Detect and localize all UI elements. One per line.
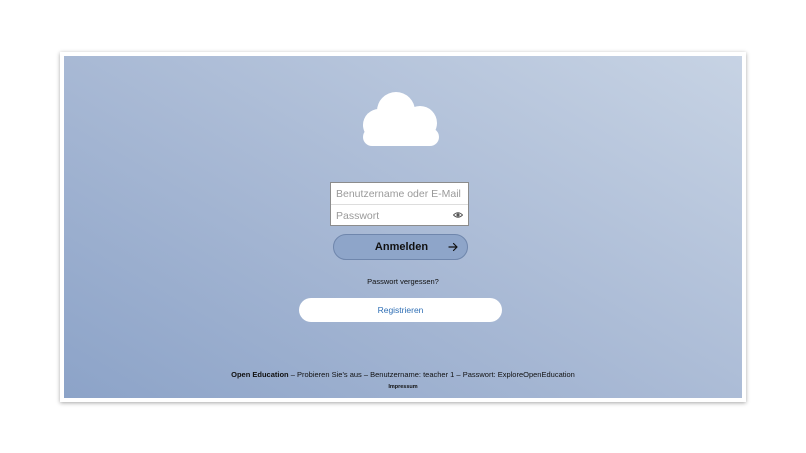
- screenshot-frame: Anmelden Passwort vergessen? Registriere…: [60, 52, 746, 402]
- forgot-password-link[interactable]: Passwort vergessen?: [64, 277, 742, 286]
- cloud-icon: [363, 92, 439, 146]
- username-input[interactable]: [331, 183, 468, 204]
- register-button[interactable]: Registrieren: [299, 298, 502, 322]
- impressum-link[interactable]: Impressum: [64, 384, 742, 390]
- login-button[interactable]: Anmelden: [333, 234, 468, 260]
- footer-brand: Open Education: [231, 370, 289, 379]
- password-input[interactable]: [331, 205, 468, 226]
- arrow-right-icon: [448, 242, 458, 252]
- footer-text: – Probieren Sie's aus – Benutzername: te…: [288, 370, 575, 379]
- register-button-label: Registrieren: [377, 305, 424, 315]
- login-form: [330, 182, 469, 226]
- login-page: Anmelden Passwort vergessen? Registriere…: [64, 56, 742, 398]
- footer-info: Open Education – Probieren Sie's aus – B…: [64, 370, 742, 379]
- eye-icon[interactable]: [453, 211, 463, 219]
